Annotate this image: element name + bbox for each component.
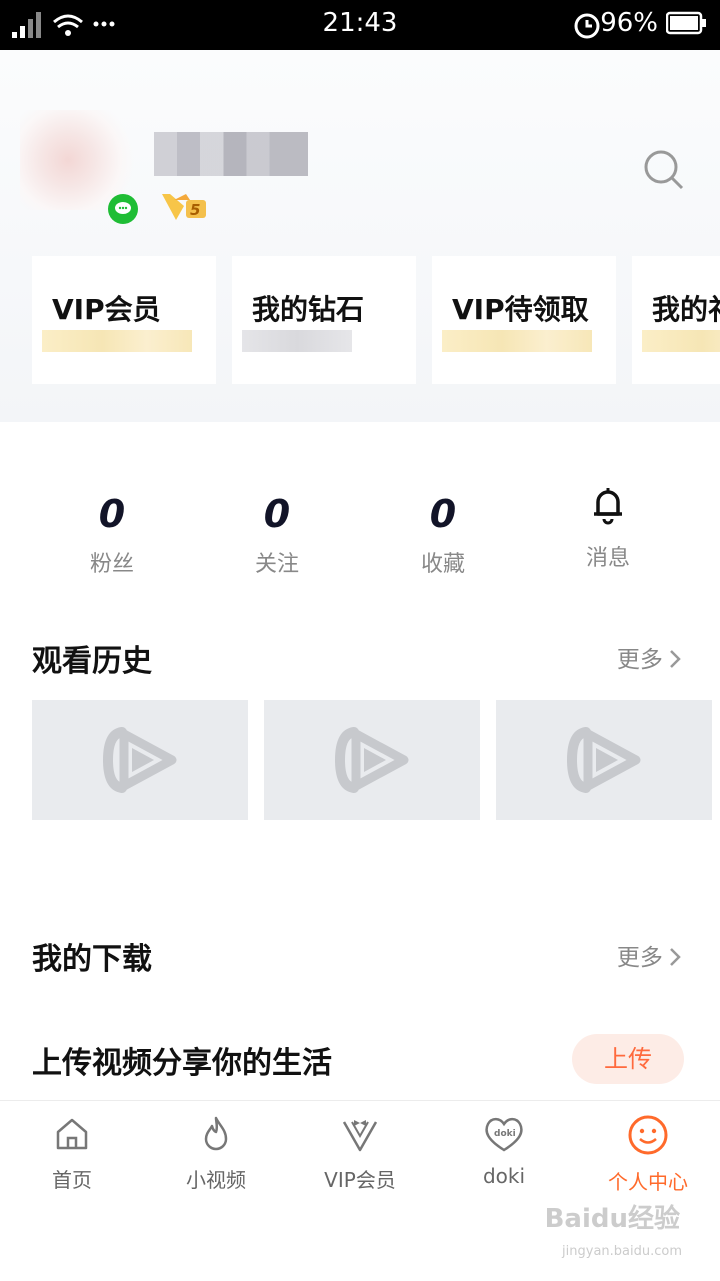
my-downloads-title: 我的下载 (32, 942, 152, 977)
vip-bowtie-icon (288, 1114, 432, 1158)
following-label: 关注 (254, 552, 299, 577)
video-placeholder-icon (102, 727, 177, 793)
messages-stat[interactable]: 消息 (548, 484, 668, 572)
vip-card-subtitle-blurred (442, 330, 592, 352)
upload-prompt-title: 上传视频分享你的生活 (32, 1046, 332, 1081)
vip-card-subtitle-blurred (642, 330, 720, 352)
vip-card-subtitle-blurred (242, 330, 352, 352)
history-thumbnail[interactable] (32, 700, 248, 820)
my-downloads-more[interactable]: 更多 (617, 938, 682, 972)
video-placeholder-icon (566, 727, 641, 793)
svg-text:5: 5 (190, 201, 200, 219)
vip-pending-card[interactable]: VIP待领取 (432, 256, 616, 384)
vip-level-badge-icon[interactable]: 5 (160, 190, 208, 224)
video-placeholder-icon (334, 727, 409, 793)
search-icon (644, 150, 684, 190)
search-button[interactable] (642, 148, 686, 192)
username-blurred[interactable] (154, 132, 308, 176)
status-bar: 21:43 96% (0, 0, 720, 50)
chevron-right-icon (668, 948, 682, 969)
my-diamond-card[interactable]: 我的钻石 (232, 256, 416, 384)
my-gift-card[interactable]: 我的礼 (632, 256, 720, 384)
alarm-icon (572, 10, 602, 44)
favorites-stat[interactable]: 0 收藏 (383, 492, 503, 578)
battery-percent: 96% (600, 8, 658, 38)
following-stat[interactable]: 0 关注 (217, 492, 337, 578)
tab-home[interactable]: 首页 (0, 1114, 144, 1193)
doki-heart-icon: doki (432, 1114, 576, 1158)
svg-text:doki: doki (494, 1129, 516, 1139)
tab-doki[interactable]: doki doki (432, 1114, 576, 1188)
tab-vip[interactable]: VIP会员 (288, 1114, 432, 1193)
bell-icon (548, 484, 668, 530)
vip-card-label: VIP待领取 (452, 293, 589, 326)
history-thumbnail[interactable] (496, 700, 712, 820)
vip-card-label: VIP会员 (52, 293, 161, 326)
watch-history-more[interactable]: 更多 (617, 640, 682, 674)
tab-short-video[interactable]: 小视频 (144, 1114, 288, 1193)
followers-stat[interactable]: 0 粉丝 (52, 492, 172, 578)
following-count: 0 (263, 492, 291, 536)
vip-card-label: 我的礼 (652, 293, 720, 326)
followers-label: 粉丝 (89, 552, 134, 577)
history-thumbnail[interactable] (264, 700, 480, 820)
favorites-count: 0 (429, 492, 457, 536)
wechat-badge-icon (108, 194, 138, 224)
messages-label: 消息 (585, 546, 630, 571)
watermark-url: jingyan.baidu.com (562, 1244, 682, 1259)
battery-icon (665, 10, 708, 40)
vip-member-card[interactable]: VIP会员 (32, 256, 216, 384)
tab-personal-center[interactable]: 个人中心 (576, 1114, 720, 1195)
vip-card-label: 我的钻石 (252, 293, 365, 326)
flame-icon (144, 1114, 288, 1158)
home-icon (0, 1114, 144, 1158)
followers-count: 0 (98, 492, 126, 536)
smiley-icon (576, 1114, 720, 1160)
chevron-right-icon (668, 650, 682, 671)
watch-history-title: 观看历史 (32, 644, 152, 679)
favorites-label: 收藏 (420, 552, 465, 577)
vip-card-subtitle-blurred (42, 330, 192, 352)
upload-button[interactable]: 上传 (572, 1034, 684, 1084)
watermark-logo: Baidu经验 (544, 1204, 680, 1234)
